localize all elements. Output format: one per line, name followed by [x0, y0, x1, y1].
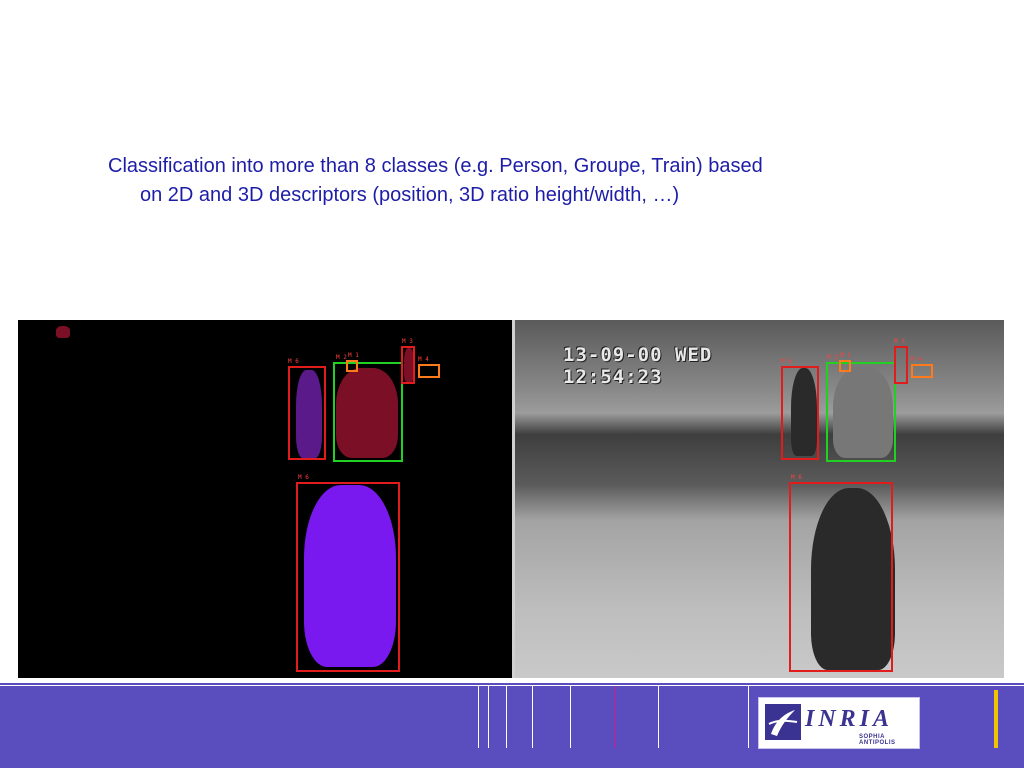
footer-rule: [478, 686, 479, 748]
track-box-group: [826, 362, 896, 462]
track-box-m3: [401, 346, 415, 384]
slide-caption: Classification into more than 8 classes …: [108, 152, 988, 210]
date-overlay: 13-09-00 WED: [563, 344, 713, 366]
time-overlay: 12:54:23: [563, 366, 663, 388]
footer-rule: [570, 686, 571, 748]
track-box-m3: [894, 346, 908, 384]
track-label: M 3: [894, 338, 905, 345]
track-box-m4: [911, 364, 933, 378]
noise-blob: [56, 326, 70, 338]
track-label: M 1: [348, 352, 359, 359]
footer-accent-bar: [994, 690, 998, 748]
footer-rule: [488, 686, 489, 748]
track-box-m1: [346, 360, 358, 372]
footer-rule-accent: [614, 686, 615, 748]
inria-logo: INRIA SOPHIA ANTIPOLIS: [758, 697, 920, 749]
track-box-group: [333, 362, 403, 462]
track-label: M 4: [418, 356, 429, 363]
track-label: M 6: [298, 474, 309, 481]
track-label: M 3: [402, 338, 413, 345]
track-box-m6-large: [296, 482, 400, 672]
track-box-m6: [781, 366, 819, 460]
track-label: M 2: [827, 354, 838, 361]
track-label: M 6: [288, 358, 299, 365]
footer-divider: [0, 683, 1024, 685]
footer-rule: [532, 686, 533, 748]
track-box-m6: [288, 366, 326, 460]
logo-subtitle: SOPHIA ANTIPOLIS: [859, 734, 896, 746]
track-box-m1: [839, 360, 851, 372]
track-label: M 6: [781, 358, 792, 365]
footer-rule: [658, 686, 659, 748]
caption-line-1: Classification into more than 8 classes …: [108, 155, 763, 177]
footer-rule: [506, 686, 507, 748]
segmentation-mask-panel: M 6 M 2 M 1 M 3 M 4 M 6: [18, 320, 512, 678]
camera-view-panel: 13-09-00 WED 12:54:23 M 6 M 2 M 1 M 3 M …: [515, 320, 1004, 678]
track-box-m4: [418, 364, 440, 378]
caption-line-2: on 2D and 3D descriptors (position, 3D r…: [140, 184, 680, 206]
track-label: M 6: [791, 474, 802, 481]
inria-emblem-icon: [765, 704, 801, 740]
track-box-m6-large: [789, 482, 893, 672]
classification-figure: M 6 M 2 M 1 M 3 M 4 M 6 13-09-00 WED 12:…: [18, 320, 1004, 678]
track-label: M 1: [840, 352, 851, 359]
footer-rule: [748, 686, 749, 748]
track-label: M 4: [911, 356, 922, 363]
logo-wordmark: INRIA: [805, 706, 894, 732]
